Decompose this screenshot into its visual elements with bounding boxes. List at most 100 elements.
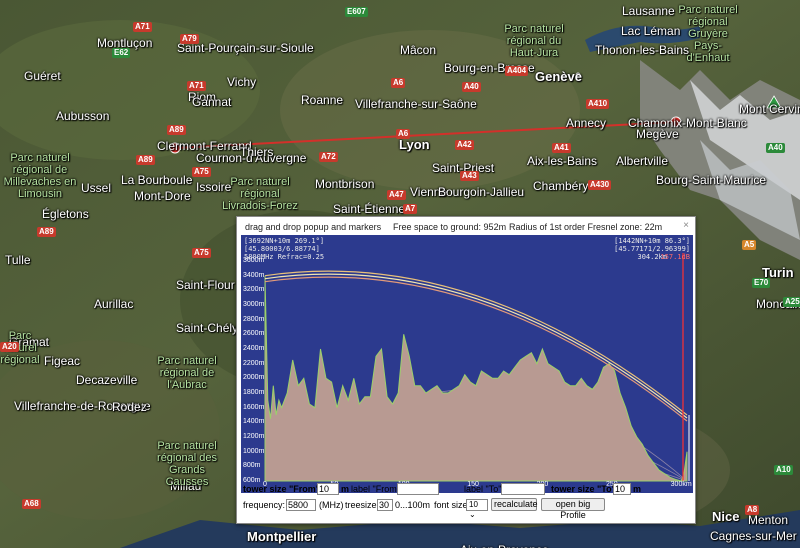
road-shield: A79: [180, 34, 199, 44]
y-tick-label: 1800m: [243, 389, 265, 396]
map-label-gueret: Guéret: [24, 69, 61, 83]
profile-popup[interactable]: drag and drop popup and markers Free spa…: [236, 216, 696, 524]
road-shield: A6: [391, 78, 406, 88]
road-shield: A8: [745, 505, 760, 515]
y-tick-label: 1000m: [243, 447, 265, 455]
to-info-line-2: [45.77171/2.96399]: [614, 245, 690, 253]
drag-hint: drag and drop popup and markers: [245, 222, 382, 232]
y-tick-label: 3600m: [243, 257, 265, 264]
map-label-lac-leman: Lac Léman: [621, 24, 681, 38]
map-label-geneve: Genève: [535, 69, 582, 84]
frequency-label: frequency:: [243, 500, 286, 510]
road-shield: A410: [586, 99, 610, 109]
map-label-saint-etienne: Saint-Étienne: [333, 202, 406, 216]
tower-from-unit: m: [341, 484, 350, 494]
map-label-nice: Nice: [712, 509, 740, 524]
treesize-label: treesize:: [345, 500, 380, 510]
region-label-pnr-gruyere: Parc naturel régional Gruyère Pays-d'Enh…: [678, 4, 738, 65]
road-shield: A71: [133, 22, 152, 32]
label-to-input[interactable]: [501, 483, 545, 495]
tower-to-label: tower size "To": [551, 484, 616, 494]
road-shield: A71: [187, 81, 206, 91]
treesize-range: 0...100m: [395, 500, 431, 510]
path-loss-readout: 157.1dB: [660, 253, 690, 261]
map-label-figeac: Figeac: [44, 354, 81, 368]
y-tick-label: 2400m: [243, 345, 265, 352]
map-label-montbrison: Montbrison: [315, 177, 375, 191]
map-label-ussel: Ussel: [81, 181, 112, 195]
map-label-bourboule: La Bourboule: [121, 173, 193, 187]
road-shield: A75: [192, 167, 211, 177]
fontsize-value: 10: [469, 500, 478, 509]
map-label-villefranche: Villefranche-sur-Saône: [355, 97, 477, 111]
y-tick-label: 2600m: [243, 330, 265, 338]
y-tick-label: 3400m: [243, 271, 265, 279]
fontsize-select[interactable]: 10 ⌄: [466, 499, 488, 519]
y-tick-label: 1600m: [243, 403, 265, 411]
road-shield: A20: [0, 342, 19, 352]
map-label-aix: Aix-les-Bains: [527, 154, 598, 168]
road-shield: A75: [192, 248, 211, 258]
open-big-profile-button[interactable]: open big Profile: [541, 498, 605, 520]
map-label-bourgoin: Bourgoin-Jallieu: [438, 185, 525, 199]
road-shield: A89: [37, 227, 56, 237]
region-label-pnr-aubrac: Parc naturel régional de l'Aubrac: [157, 355, 217, 392]
recalculate-button[interactable]: recalculate: [491, 498, 538, 511]
map-label-thonon: Thonon-les-Bains: [595, 43, 690, 57]
map-label-lyon: Lyon: [399, 137, 430, 152]
map-label-cagnes: Cagnes-sur-Mer: [710, 529, 797, 543]
map-label-rodez: Rodez: [112, 400, 147, 414]
road-shield: A25: [783, 297, 800, 307]
from-info-line-1: [3692NN+10m 269.1°]: [244, 237, 325, 245]
map-label-vichy: Vichy: [227, 75, 257, 89]
tower-to-unit: m: [633, 484, 642, 494]
map-label-thiers: Thiers: [240, 145, 274, 159]
tower-from-input[interactable]: [317, 483, 339, 495]
y-tick-label: 3200m: [243, 286, 265, 294]
road-shield: E62: [112, 48, 131, 58]
label-to-label: label "To": [464, 484, 502, 494]
y-tick-label: 2000m: [243, 374, 265, 382]
road-shield: A47: [387, 190, 406, 200]
map-label-saint-flour: Saint-Flour: [176, 278, 235, 292]
map-label-tulle: Tulle: [5, 253, 31, 267]
y-tick-label: 3000m: [243, 301, 265, 308]
treesize-input[interactable]: [377, 499, 393, 511]
map-label-decazeville: Decazeville: [76, 373, 138, 387]
map-label-macon: Mâcon: [400, 43, 437, 57]
y-tick-label: 1400m: [243, 418, 265, 426]
map-label-montpellier: Montpellier: [247, 529, 317, 544]
label-from-input[interactable]: [397, 483, 439, 495]
mhz-unit: (MHz): [319, 500, 344, 510]
terrain-area: [264, 275, 688, 482]
road-shield: A6: [396, 129, 411, 139]
to-info-line-1: [1442NN+10m 86.3°]: [614, 237, 690, 245]
road-shield: E607: [345, 7, 368, 17]
road-shield: A40: [462, 82, 481, 92]
map-label-st-maurice: Bourg-Saint-Maurice: [656, 173, 767, 187]
map-label-aix-provence: Aix-en-Provence: [460, 544, 549, 548]
map-label-chambery: Chambéry: [533, 179, 589, 193]
road-shield: A89: [136, 155, 155, 165]
x-tick-label: 300km: [670, 481, 692, 488]
y-tick-label: 1200m: [243, 433, 265, 440]
map-label-mont-dore: Mont-Dore: [134, 189, 191, 203]
road-shield: A68: [22, 499, 41, 509]
y-tick-label: 2800m: [243, 315, 265, 323]
map-label-megeve: Megève: [636, 127, 679, 141]
map-label-aurillac: Aurillac: [94, 297, 134, 311]
close-icon[interactable]: ×: [683, 220, 689, 231]
road-shield: A10: [774, 465, 793, 475]
road-shield: A43: [460, 171, 479, 181]
frequency-input[interactable]: [286, 499, 316, 511]
road-shield: A404: [505, 66, 529, 76]
region-label-pnr-millevaches: Parc naturel régional de Millevaches en …: [3, 152, 77, 201]
road-shield: A40: [766, 143, 785, 153]
elevation-profile-chart[interactable]: [3692NN+10m 269.1°] [45.80003/6.88774] 5…: [241, 235, 693, 493]
tower-to-input[interactable]: [613, 483, 631, 495]
map-label-annecy: Annecy: [566, 116, 607, 130]
tower-from-label: tower size "From": [243, 484, 321, 494]
road-shield: A72: [319, 152, 338, 162]
road-shield: A41: [552, 143, 571, 153]
popup-header[interactable]: drag and drop popup and markers Free spa…: [237, 217, 695, 233]
